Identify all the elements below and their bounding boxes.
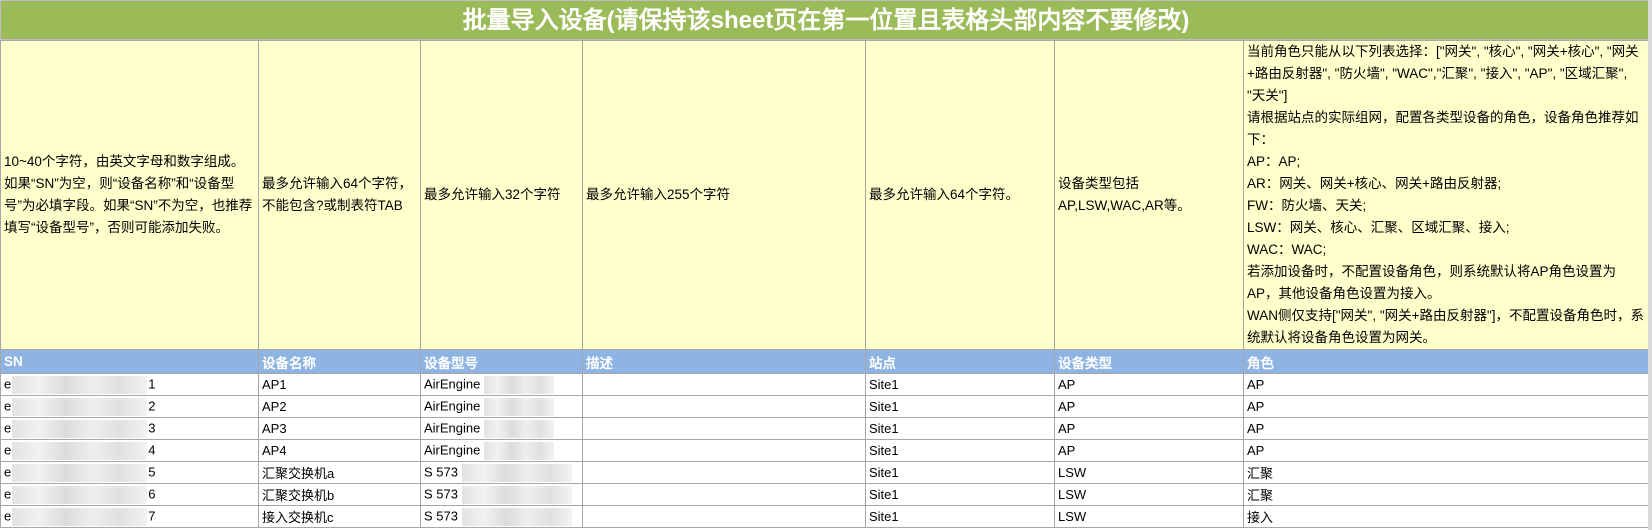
cell-name[interactable]: AP3 [258, 417, 421, 440]
cell-name[interactable]: AP4 [258, 439, 421, 462]
header-role[interactable]: 角色 [1243, 349, 1649, 374]
redacted-model [484, 419, 555, 438]
redacted-model [461, 463, 572, 482]
cell-type[interactable]: AP [1054, 373, 1244, 396]
cell-model[interactable]: AirEngine [420, 373, 583, 396]
cell-role[interactable]: 汇聚 [1243, 483, 1649, 506]
cell-sn[interactable]: e1 [0, 373, 259, 396]
role-desc-line: AP：AP; [1247, 154, 1301, 169]
redacted-model [461, 507, 572, 526]
sn-description[interactable]: 10~40个字符，由英文字母和数字组成。如果“SN”为空，则“设备名称”和“设备… [0, 40, 259, 350]
cell-sn[interactable]: e3 [0, 417, 259, 440]
role-desc-line: FW：防火墙、天关; [1247, 198, 1367, 213]
cell-sn[interactable]: e2 [0, 395, 259, 418]
cell-desc[interactable] [582, 373, 866, 396]
cell-site[interactable]: Site1 [865, 417, 1055, 440]
cell-desc[interactable] [582, 439, 866, 462]
header-site[interactable]: 站点 [865, 349, 1055, 374]
cell-type[interactable]: AP [1054, 417, 1244, 440]
role-description[interactable]: 当前角色只能从以下列表选择：["网关", "核心", "网关+核心", "网关+… [1243, 40, 1649, 350]
type-description[interactable]: 设备类型包括AP,LSW,WAC,AR等。 [1054, 40, 1244, 350]
redacted-sn [12, 419, 148, 438]
cell-site[interactable]: Site1 [865, 461, 1055, 484]
cell-model[interactable]: AirEngine [420, 395, 583, 418]
table-row: e6 汇聚交换机b S 573 Site1 LSW 汇聚 [0, 483, 1649, 506]
header-row: SN 设备名称 设备型号 描述 站点 设备类型 角色 [0, 349, 1649, 374]
spreadsheet: 批量导入设备(请保持该sheet页在第一位置且表格头部内容不要修改) 10~40… [0, 0, 1652, 530]
cell-desc[interactable] [582, 483, 866, 506]
redacted-model [484, 397, 555, 416]
model-description[interactable]: 最多允许输入32个字符 [420, 40, 583, 350]
cell-name[interactable]: AP1 [258, 373, 421, 396]
table-row: e5 汇聚交换机a S 573 Site1 LSW 汇聚 [0, 461, 1649, 484]
redacted-sn [12, 507, 148, 526]
cell-role[interactable]: AP [1243, 439, 1649, 462]
table-row: e3 AP3 AirEngine Site1 AP AP [0, 417, 1649, 440]
cell-sn[interactable]: e4 [0, 439, 259, 462]
site-description[interactable]: 最多允许输入64个字符。 [865, 40, 1055, 350]
desc-description[interactable]: 最多允许输入255个字符 [582, 40, 866, 350]
cell-site[interactable]: Site1 [865, 395, 1055, 418]
cell-type[interactable]: LSW [1054, 483, 1244, 506]
role-desc-line: WAN侧仅支持["网关", "网关+路由反射器"]，不配置设备角色时，系统默认将… [1247, 308, 1645, 345]
device-import-table: 10~40个字符，由英文字母和数字组成。如果“SN”为空，则“设备名称”和“设备… [0, 40, 1649, 528]
header-type[interactable]: 设备类型 [1054, 349, 1244, 374]
header-name[interactable]: 设备名称 [258, 349, 421, 374]
role-desc-line: WAC：WAC; [1247, 242, 1327, 257]
cell-type[interactable]: LSW [1054, 461, 1244, 484]
cell-role[interactable]: 接入 [1243, 505, 1649, 528]
cell-name[interactable]: 接入交换机c [258, 505, 421, 528]
role-desc-line: 请根据站点的实际组网，配置各类型设备的角色，设备角色推荐如下： [1247, 110, 1639, 147]
table-row: e2 AP2 AirEngine Site1 AP AP [0, 395, 1649, 418]
cell-model[interactable]: AirEngine [420, 417, 583, 440]
cell-type[interactable]: AP [1054, 395, 1244, 418]
cell-role[interactable]: AP [1243, 395, 1649, 418]
cell-model[interactable]: S 573 [420, 505, 583, 528]
header-desc[interactable]: 描述 [582, 349, 866, 374]
cell-name[interactable]: 汇聚交换机a [258, 461, 421, 484]
cell-site[interactable]: Site1 [865, 505, 1055, 528]
cell-role[interactable]: 汇聚 [1243, 461, 1649, 484]
cell-name[interactable]: AP2 [258, 395, 421, 418]
role-desc-line: LSW：网关、核心、汇聚、区域汇聚、接入; [1247, 220, 1510, 235]
cell-type[interactable]: LSW [1054, 505, 1244, 528]
cell-model[interactable]: S 573 [420, 461, 583, 484]
redacted-model [484, 441, 555, 460]
redacted-sn [12, 397, 148, 416]
cell-site[interactable]: Site1 [865, 439, 1055, 462]
redacted-sn [12, 375, 148, 394]
cell-desc[interactable] [582, 461, 866, 484]
redacted-sn [12, 463, 148, 482]
window-edge [1648, 0, 1652, 530]
cell-desc[interactable] [582, 417, 866, 440]
cell-model[interactable]: S 573 [420, 483, 583, 506]
cell-desc[interactable] [582, 505, 866, 528]
cell-role[interactable]: AP [1243, 373, 1649, 396]
cell-desc[interactable] [582, 395, 866, 418]
cell-model[interactable]: AirEngine [420, 439, 583, 462]
cell-sn[interactable]: e7 [0, 505, 259, 528]
table-row: e4 AP4 AirEngine Site1 AP AP [0, 439, 1649, 462]
name-description[interactable]: 最多允许输入64个字符，不能包含?或制表符TAB [258, 40, 421, 350]
cell-sn[interactable]: e5 [0, 461, 259, 484]
role-desc-line: 当前角色只能从以下列表选择：["网关", "核心", "网关+核心", "网关+… [1247, 44, 1639, 103]
redacted-sn [12, 441, 148, 460]
cell-sn[interactable]: e6 [0, 483, 259, 506]
redacted-sn [12, 485, 148, 504]
header-model[interactable]: 设备型号 [420, 349, 583, 374]
cell-type[interactable]: AP [1054, 439, 1244, 462]
table-row: e7 接入交换机c S 573 Site1 LSW 接入 [0, 505, 1649, 528]
description-row: 10~40个字符，由英文字母和数字组成。如果“SN”为空，则“设备名称”和“设备… [0, 40, 1649, 350]
role-desc-line: AR：网关、网关+核心、网关+路由反射器; [1247, 176, 1502, 191]
cell-role[interactable]: AP [1243, 417, 1649, 440]
redacted-model [484, 375, 555, 394]
cell-site[interactable]: Site1 [865, 373, 1055, 396]
table-row: e1 AP1 AirEngine Site1 AP AP [0, 373, 1649, 396]
role-desc-line: 若添加设备时，不配置设备角色，则系统默认将AP角色设置为AP，其他设备角色设置为… [1247, 264, 1617, 301]
cell-name[interactable]: 汇聚交换机b [258, 483, 421, 506]
sheet-title[interactable]: 批量导入设备(请保持该sheet页在第一位置且表格头部内容不要修改) [0, 0, 1652, 40]
cell-site[interactable]: Site1 [865, 483, 1055, 506]
redacted-model [461, 485, 572, 504]
header-sn[interactable]: SN [0, 349, 259, 374]
